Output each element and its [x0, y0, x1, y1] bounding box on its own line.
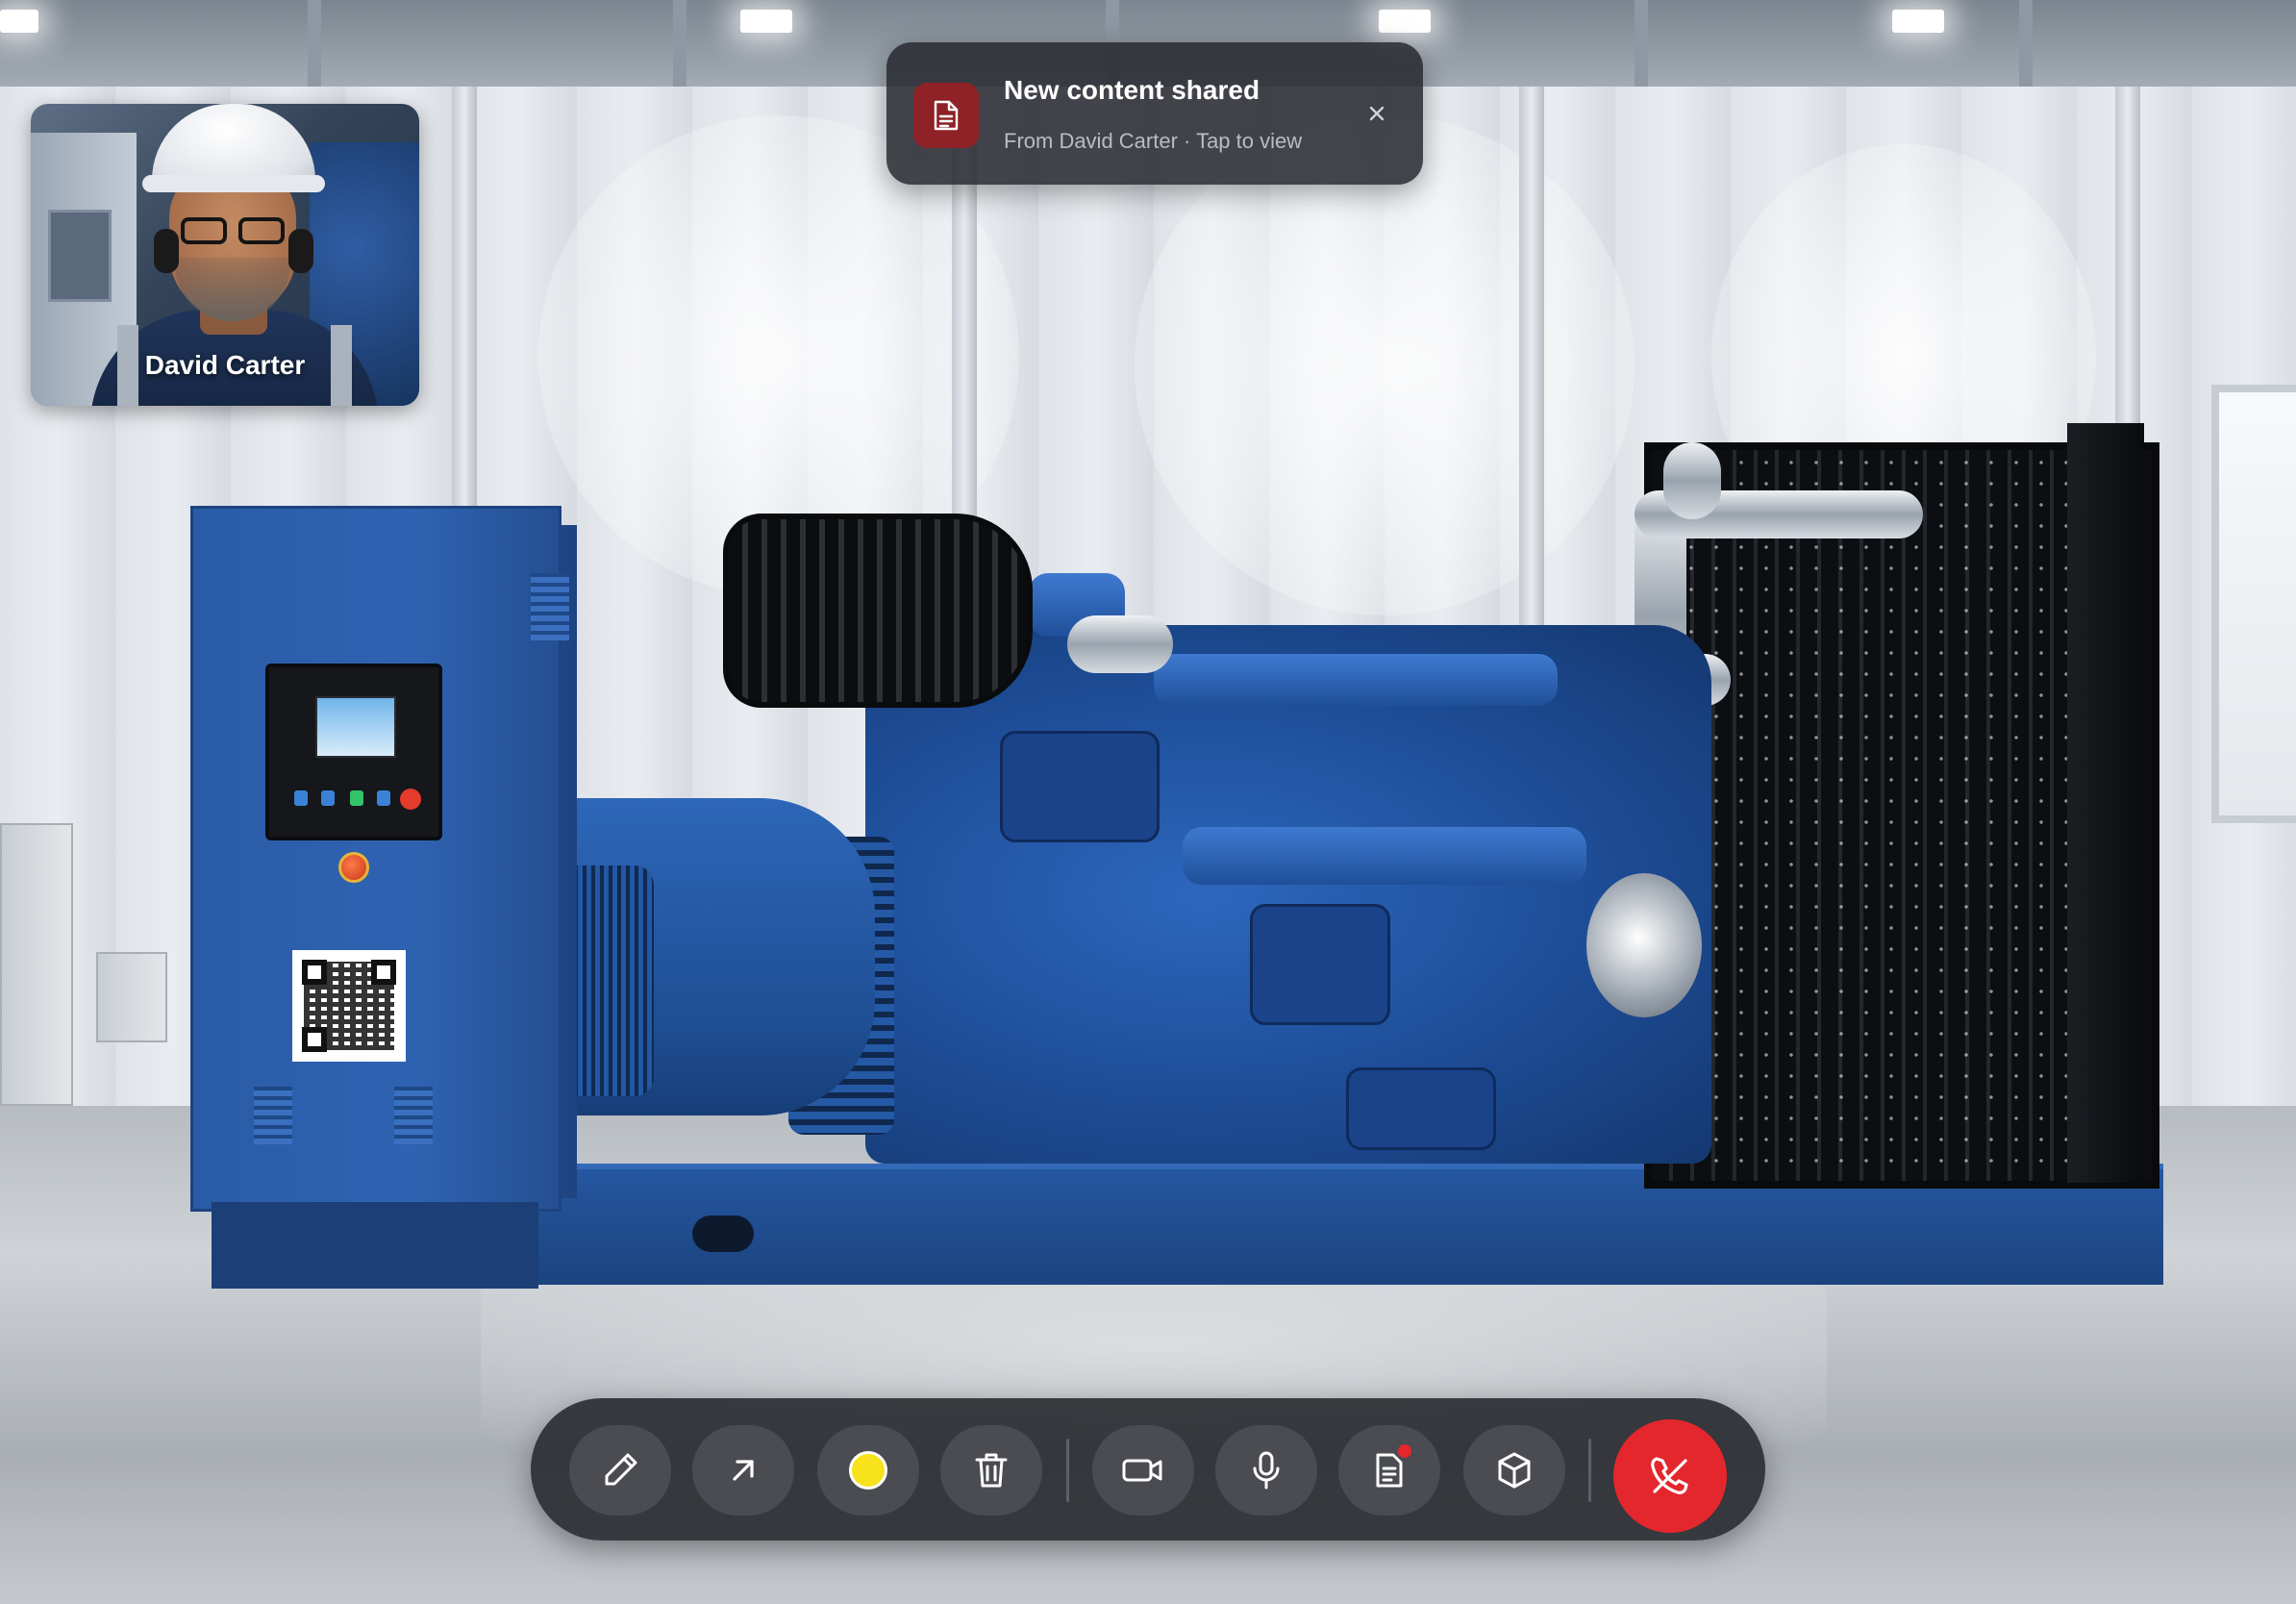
call-toolbar: [531, 1398, 1765, 1541]
pen-tool-button[interactable]: [569, 1425, 671, 1516]
video-camera-icon: [1120, 1451, 1166, 1490]
panel-button: [400, 789, 421, 810]
control-panel: [265, 664, 442, 840]
control-cabinet: [190, 506, 562, 1212]
notification-icon-badge: [913, 83, 979, 148]
pencil-icon: [599, 1449, 641, 1491]
participant-name: David Carter: [144, 350, 306, 380]
glasses-lens: [181, 217, 227, 244]
content-shared-notification[interactable]: New content shared From David Carter · T…: [886, 42, 1423, 185]
notification-subtitle: From David Carter · Tap to view: [1004, 129, 1303, 153]
qr-finder: [371, 960, 396, 985]
panel-button: [350, 790, 363, 806]
cube-icon: [1493, 1449, 1535, 1491]
cabinet-vent: [394, 1087, 433, 1144]
toolbar-divider: [1066, 1439, 1069, 1502]
trash-icon: [971, 1449, 1011, 1491]
color-swatch: [849, 1451, 887, 1490]
participant-glasses: [177, 217, 288, 244]
hard-hat-brim: [142, 175, 325, 192]
panel-button: [377, 790, 390, 806]
control-cabinet-base: [212, 1202, 538, 1289]
radiator-rivets: [1654, 452, 2134, 1164]
qr-finder: [302, 960, 327, 985]
notification-close-button[interactable]: [1358, 94, 1396, 133]
notification-badge: [1396, 1442, 1413, 1460]
engine-component: [1000, 731, 1160, 842]
toolbar-divider: [1588, 1439, 1591, 1502]
intake-elbow-steel: [1067, 615, 1173, 673]
control-panel-display: [315, 696, 396, 758]
phone-hangup-icon: [1645, 1451, 1695, 1501]
delete-drawing-button[interactable]: [940, 1425, 1042, 1516]
panel-button: [294, 790, 308, 806]
exhaust-pipe: [1663, 442, 1721, 519]
end-call-button[interactable]: [1613, 1419, 1727, 1533]
engine-rail: [1183, 827, 1586, 885]
glasses-lens: [238, 217, 285, 244]
headset-earcup: [154, 229, 179, 273]
cabinet-vent: [531, 573, 569, 640]
arrow-up-right-icon: [724, 1451, 762, 1490]
engine-block: [865, 625, 1711, 1164]
microphone-toggle-button[interactable]: [1215, 1425, 1317, 1516]
emergency-stop: [338, 852, 369, 883]
engine-pulley: [1586, 873, 1702, 1017]
engine-component: [1250, 904, 1390, 1025]
arrow-tool-button[interactable]: [692, 1425, 794, 1516]
panel-button: [321, 790, 335, 806]
radiator-frame: [2067, 423, 2144, 1183]
close-icon[interactable]: [1368, 105, 1385, 122]
ar-model-button[interactable]: [1463, 1425, 1565, 1516]
microphone-icon: [1247, 1449, 1285, 1491]
headset-earcup: [288, 229, 313, 273]
intake-manifold: [1154, 654, 1558, 706]
engine-component: [1346, 1067, 1496, 1150]
document-icon: [932, 99, 961, 132]
qr-code: [292, 950, 406, 1062]
air-filter: [723, 514, 1033, 708]
skid-lift-hole: [692, 1216, 754, 1252]
shared-documents-button[interactable]: [1338, 1425, 1440, 1516]
cabinet-vent: [254, 1087, 292, 1144]
qr-finder: [302, 1027, 327, 1052]
notification-title: New content shared: [1004, 75, 1260, 105]
background-panel: [48, 210, 112, 302]
participant-video[interactable]: David Carter: [31, 104, 419, 406]
camera-toggle-button[interactable]: [1092, 1425, 1194, 1516]
color-picker-button[interactable]: [817, 1425, 919, 1516]
